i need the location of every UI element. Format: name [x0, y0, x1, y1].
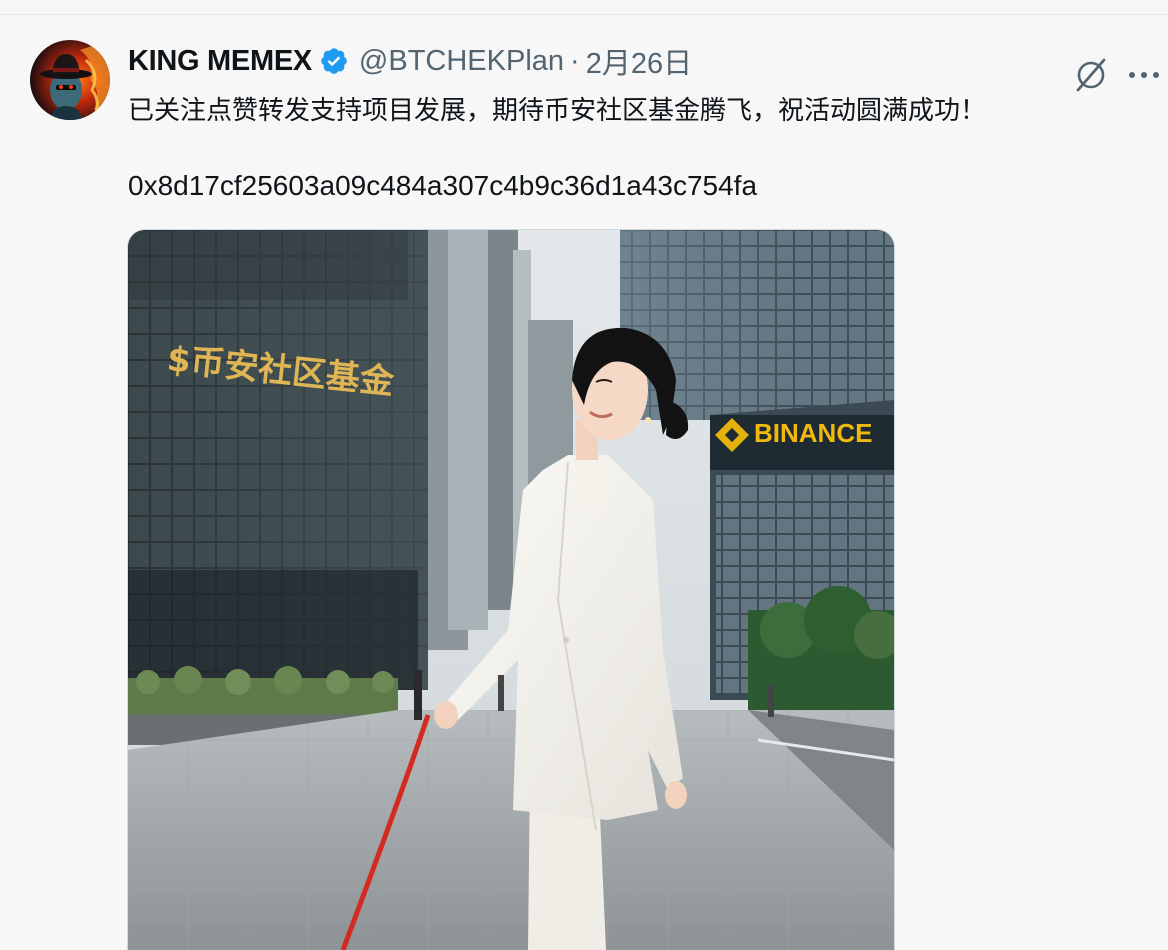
tweet-media-photo[interactable]: BINANCE $币安社区基金	[127, 229, 895, 950]
tweet-date[interactable]: 2月26日	[586, 40, 692, 82]
author-display-name[interactable]: KING MEMEX	[128, 45, 312, 78]
header-separator: ·	[570, 44, 580, 77]
verified-badge-icon	[319, 46, 349, 76]
grok-icon[interactable]	[1071, 55, 1111, 95]
author-avatar[interactable]	[30, 40, 110, 120]
tweet-text-line-2: 0x8d17cf25603a09c484a307c4b9c36d1a43c754…	[128, 170, 758, 201]
photo-illustration: BINANCE $币安社区基金	[128, 230, 894, 950]
tweet-card[interactable]: KING MEMEX @BTCHEKPlan · 2月26日 已关注点赞转发支持…	[0, 15, 1168, 950]
sign-binance: BINANCE	[754, 418, 872, 448]
tweet-text-line-1: 已关注点赞转发支持项目发展，期待币安社区基金腾飞，祝活动圆满成功！	[128, 96, 987, 126]
avatar-image	[30, 40, 110, 120]
more-options-icon[interactable]	[1124, 55, 1164, 95]
author-handle[interactable]: @BTCHEKPlan	[359, 45, 564, 78]
tweet-header: KING MEMEX @BTCHEKPlan · 2月26日	[128, 41, 692, 81]
